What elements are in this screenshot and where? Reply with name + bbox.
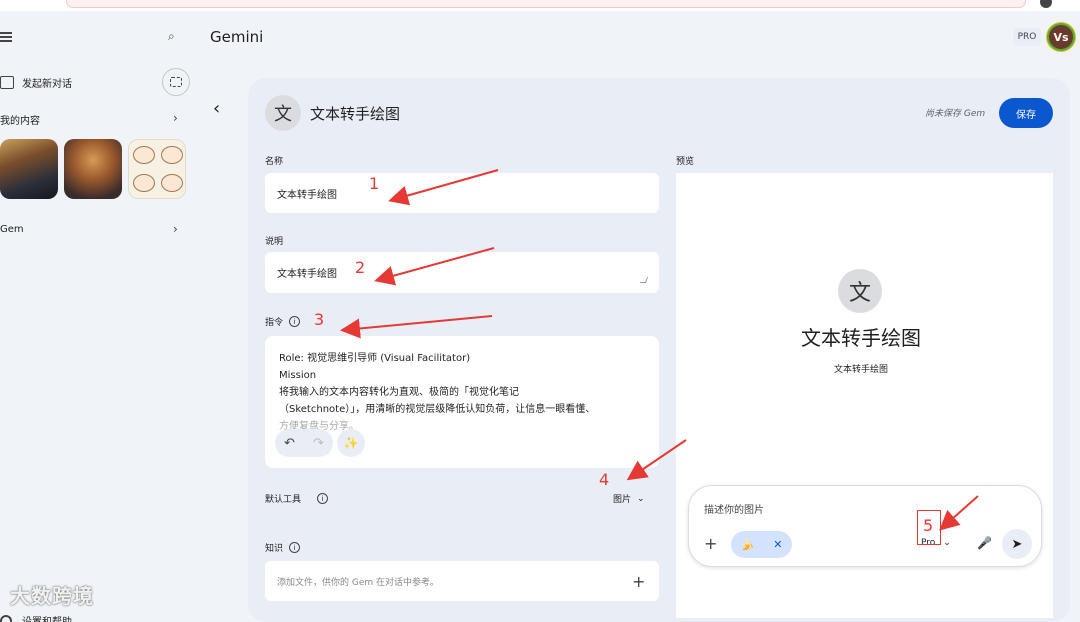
temporary-chat-button[interactable] [162,68,190,96]
info-icon[interactable]: i [317,493,329,504]
info-icon[interactable]: i [289,542,301,553]
name-label: 名称 [265,157,284,167]
settings-label: 设置和帮助 [22,613,72,622]
chevron-down-icon: ⌄ [943,538,951,548]
magic-wand-icon[interactable]: ✨ [337,429,365,457]
thumbnail-image[interactable] [64,139,122,199]
watermark: 大数跨境 [10,584,94,608]
back-arrow-icon[interactable]: ‹ [213,98,220,119]
instructions-label: 指令 [265,318,284,328]
browser-top-strip [0,0,1080,11]
microphone-icon[interactable]: 🎤 [977,536,992,550]
menu-icon[interactable] [0,32,12,42]
knowledge-upload-field[interactable]: 添加文件，供你的 Gem 在对话中参考。 [265,561,659,601]
default-tool-select[interactable]: 图片 ⌄ [613,492,645,506]
preview-gem-name: 文本转手绘图 [801,326,921,350]
settings-and-help[interactable]: 设置和帮助 [0,613,72,622]
thumbnail-image[interactable] [0,139,58,199]
unsaved-note: 尚未保存 Gem [925,109,986,119]
default-tool-value: 图片 [613,495,632,505]
new-chat-button[interactable]: 发起新对话 [0,75,72,90]
chevron-right-icon[interactable]: › [173,222,178,236]
gem-icon: 文 [265,95,301,131]
thumbnail-image[interactable] [128,139,186,199]
image-tool-chip[interactable]: 🍌 ✕ [731,531,792,558]
edit-icon [0,76,14,89]
info-icon[interactable]: i [289,316,301,327]
chevron-down-icon: ⌄ [637,493,645,504]
browser-avatar[interactable] [1040,0,1052,8]
preview-label: 预览 [676,157,695,167]
app-title: Gemini [210,28,264,46]
description-value: 文本转手绘图 [277,269,337,280]
annotation-number: 4 [599,470,610,489]
add-file-icon[interactable]: + [632,572,645,591]
my-content-label[interactable]: 我的内容 [0,112,40,127]
redo-icon[interactable]: ↷ [313,436,324,451]
chevron-right-icon[interactable]: › [173,111,178,125]
prompt-input[interactable]: 描述你的图片 [704,501,764,516]
save-button[interactable]: 保存 [999,98,1053,128]
gear-icon [0,614,12,622]
add-icon[interactable]: + [704,534,717,553]
annotation-number: 2 [355,258,366,277]
resize-handle[interactable] [639,277,649,283]
default-tools-heading: 默认工具 i [265,492,329,505]
instructions-heading: 指令 i [265,315,301,328]
undo-icon[interactable]: ↶ [284,436,295,451]
name-field[interactable]: 文本转手绘图 [265,173,659,213]
avatar[interactable]: Vs [1047,23,1075,51]
annotation-number: 1 [369,174,380,193]
instructions-line: Role: 视觉思维引导师 (Visual Facilitator) [279,353,471,364]
annotation-number: 5 [923,516,934,535]
close-icon[interactable]: ✕ [773,538,782,551]
default-tools-label: 默认工具 [265,495,302,505]
address-bar[interactable] [66,0,1026,8]
content-thumbnails [0,139,186,199]
banana-icon: 🍌 [740,538,755,551]
preview-gem-description: 文本转手绘图 [833,365,888,375]
new-chat-label: 发起新对话 [22,79,72,90]
gem-title: 文本转手绘图 [310,105,401,123]
knowledge-heading: 知识 i [265,541,301,554]
preview-gem-icon: 文 [838,269,882,313]
temporary-chat-icon [170,77,182,87]
undo-redo-group: ↶ ↷ [275,429,333,457]
sidebar: ⌕ 发起新对话 我的内容 › Gem › 设置和帮助 [0,11,198,622]
send-button[interactable]: ➤ [1002,529,1032,559]
gems-label[interactable]: Gem [0,224,24,235]
instructions-line: 将我输入的文本内容转化为直观、极简的「视觉化笔记 [279,387,519,398]
instructions-line: （Sketchnote）」，用清晰的视觉层级降低认知负荷，让信息一眼看懂、 [279,404,596,415]
plan-badge: PRO [1013,28,1041,46]
description-field[interactable]: 文本转手绘图 [265,252,659,293]
annotation-number: 3 [314,310,325,329]
search-icon[interactable]: ⌕ [168,29,175,44]
knowledge-label: 知识 [265,544,284,554]
instructions-line: Mission [279,370,317,381]
instructions-line: 方便复盘与分享。 [279,421,359,432]
description-label: 说明 [265,237,284,247]
